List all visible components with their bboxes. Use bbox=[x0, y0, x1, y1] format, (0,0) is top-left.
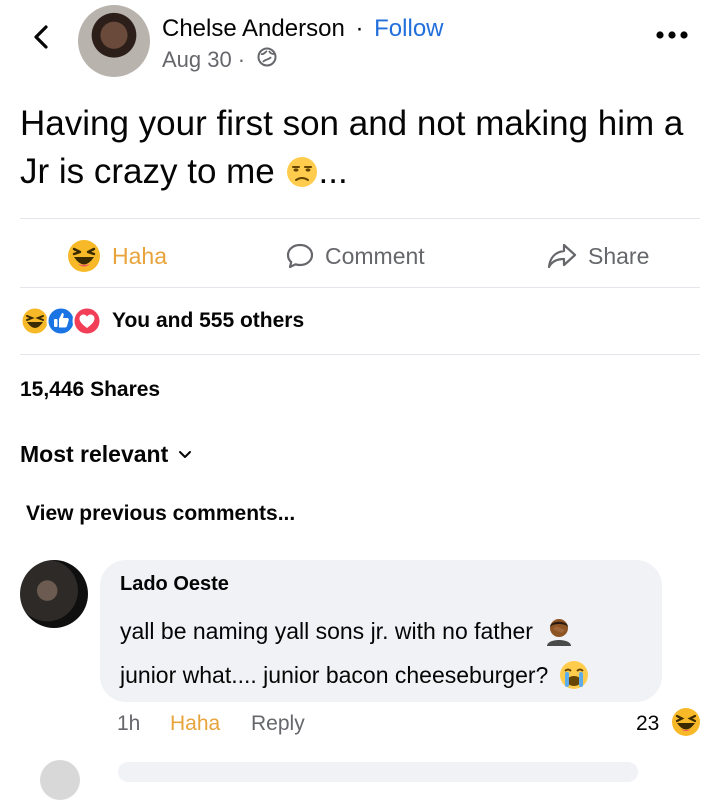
man-facepalming-emoji bbox=[546, 619, 571, 646]
comment-text-1: yall be naming yall sons jr. with no fat… bbox=[120, 617, 533, 644]
share-button[interactable]: Share bbox=[546, 236, 649, 276]
post-ellipsis: ... bbox=[318, 152, 348, 191]
comment-icon bbox=[286, 243, 314, 269]
chevron-left-icon bbox=[34, 25, 48, 49]
globe-icon bbox=[257, 47, 277, 73]
divider-reactions bbox=[20, 354, 700, 355]
shares-count[interactable]: 15,446 Shares bbox=[20, 378, 160, 402]
comment-text-2: junior what.... junior bacon cheeseburge… bbox=[120, 661, 549, 688]
meta-separator: · bbox=[237, 47, 246, 72]
comment-haha-icon bbox=[670, 706, 702, 743]
more-horizontal-icon bbox=[656, 31, 688, 39]
chevron-down-icon bbox=[179, 450, 192, 458]
next-comment-bubble bbox=[118, 762, 638, 782]
love-reaction-icon bbox=[72, 306, 102, 336]
reaction-icons bbox=[20, 306, 102, 336]
commenter-name[interactable]: Lado Oeste bbox=[120, 573, 229, 596]
reactions-count: You and 555 others bbox=[112, 309, 305, 332]
author-line: Chelse Anderson · Follow bbox=[162, 14, 444, 44]
post-meta: Aug 30 · bbox=[162, 47, 277, 73]
haha-icon bbox=[68, 240, 100, 272]
view-previous-comments[interactable]: View previous comments... bbox=[26, 502, 295, 526]
more-options-button[interactable] bbox=[648, 20, 696, 50]
comment-sort-dropdown[interactable]: Most relevant bbox=[20, 441, 192, 468]
comment-line-2: junior what.... junior bacon cheeseburge… bbox=[120, 659, 590, 691]
comment-haha-button[interactable]: Haha bbox=[170, 712, 220, 736]
divider-top bbox=[20, 218, 700, 219]
reactions-summary[interactable]: You and 555 others bbox=[20, 306, 304, 336]
unamused-face-emoji bbox=[285, 154, 319, 188]
haha-label: Haha bbox=[112, 242, 167, 269]
sort-label: Most relevant bbox=[20, 441, 169, 467]
share-icon bbox=[547, 243, 577, 269]
post-date[interactable]: Aug 30 bbox=[162, 47, 232, 73]
commenter-avatar[interactable] bbox=[20, 560, 88, 628]
comment-reply-button[interactable]: Reply bbox=[251, 712, 305, 736]
author-name[interactable]: Chelse Anderson bbox=[162, 15, 345, 42]
comment-line-1: yall be naming yall sons jr. with no fat… bbox=[120, 615, 575, 647]
haha-reaction-button[interactable]: Haha bbox=[66, 236, 167, 276]
comment-time: 1h bbox=[117, 712, 141, 735]
follow-button[interactable]: Follow bbox=[374, 15, 443, 42]
separator-dot: · bbox=[355, 15, 364, 42]
next-commenter-avatar[interactable] bbox=[40, 760, 80, 800]
loudly-crying-face-emoji bbox=[560, 661, 589, 689]
author-avatar[interactable] bbox=[78, 5, 150, 77]
share-label: Share bbox=[588, 242, 650, 269]
back-button[interactable] bbox=[26, 22, 56, 52]
post-body: Having your first son and not making him… bbox=[20, 104, 684, 191]
comment-button[interactable]: Comment bbox=[285, 236, 425, 276]
post-text: Having your first son and not making him… bbox=[20, 100, 700, 196]
comment-label: Comment bbox=[325, 242, 425, 269]
comment-reaction-count[interactable]: 23 bbox=[636, 712, 659, 736]
divider-actions bbox=[20, 287, 700, 288]
